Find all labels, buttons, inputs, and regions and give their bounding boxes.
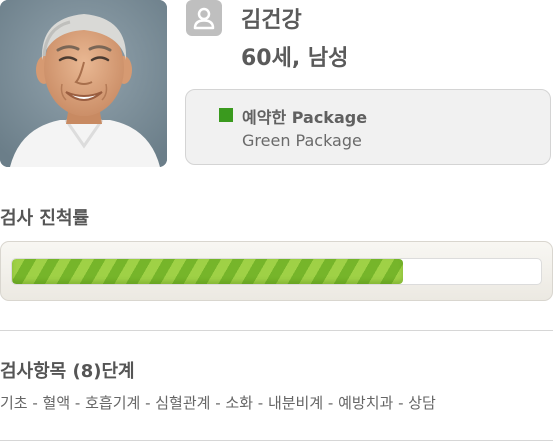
package-card: 예약한 Package Green Package [185,89,551,165]
package-color-icon [219,108,233,122]
patient-photo [0,0,167,167]
progress-container [0,241,553,301]
package-label: 예약한 Package [242,108,368,127]
exam-items-title: 검사항목 (8)단계 [0,361,135,382]
patient-name: 김건강 [241,8,302,33]
section-divider [0,330,553,331]
user-icon [186,0,222,36]
progress-title: 검사 진척률 [0,208,90,229]
exam-items-list: 기초 - 혈액 - 호흡기계 - 심혈관계 - 소화 - 내분비계 - 예방치과… [0,394,436,412]
progress-fill [12,259,404,284]
progress-track [11,258,542,285]
bottom-divider [0,440,553,441]
package-name: Green Package [242,131,362,150]
patient-age-gender: 60세, 남성 [241,46,349,71]
